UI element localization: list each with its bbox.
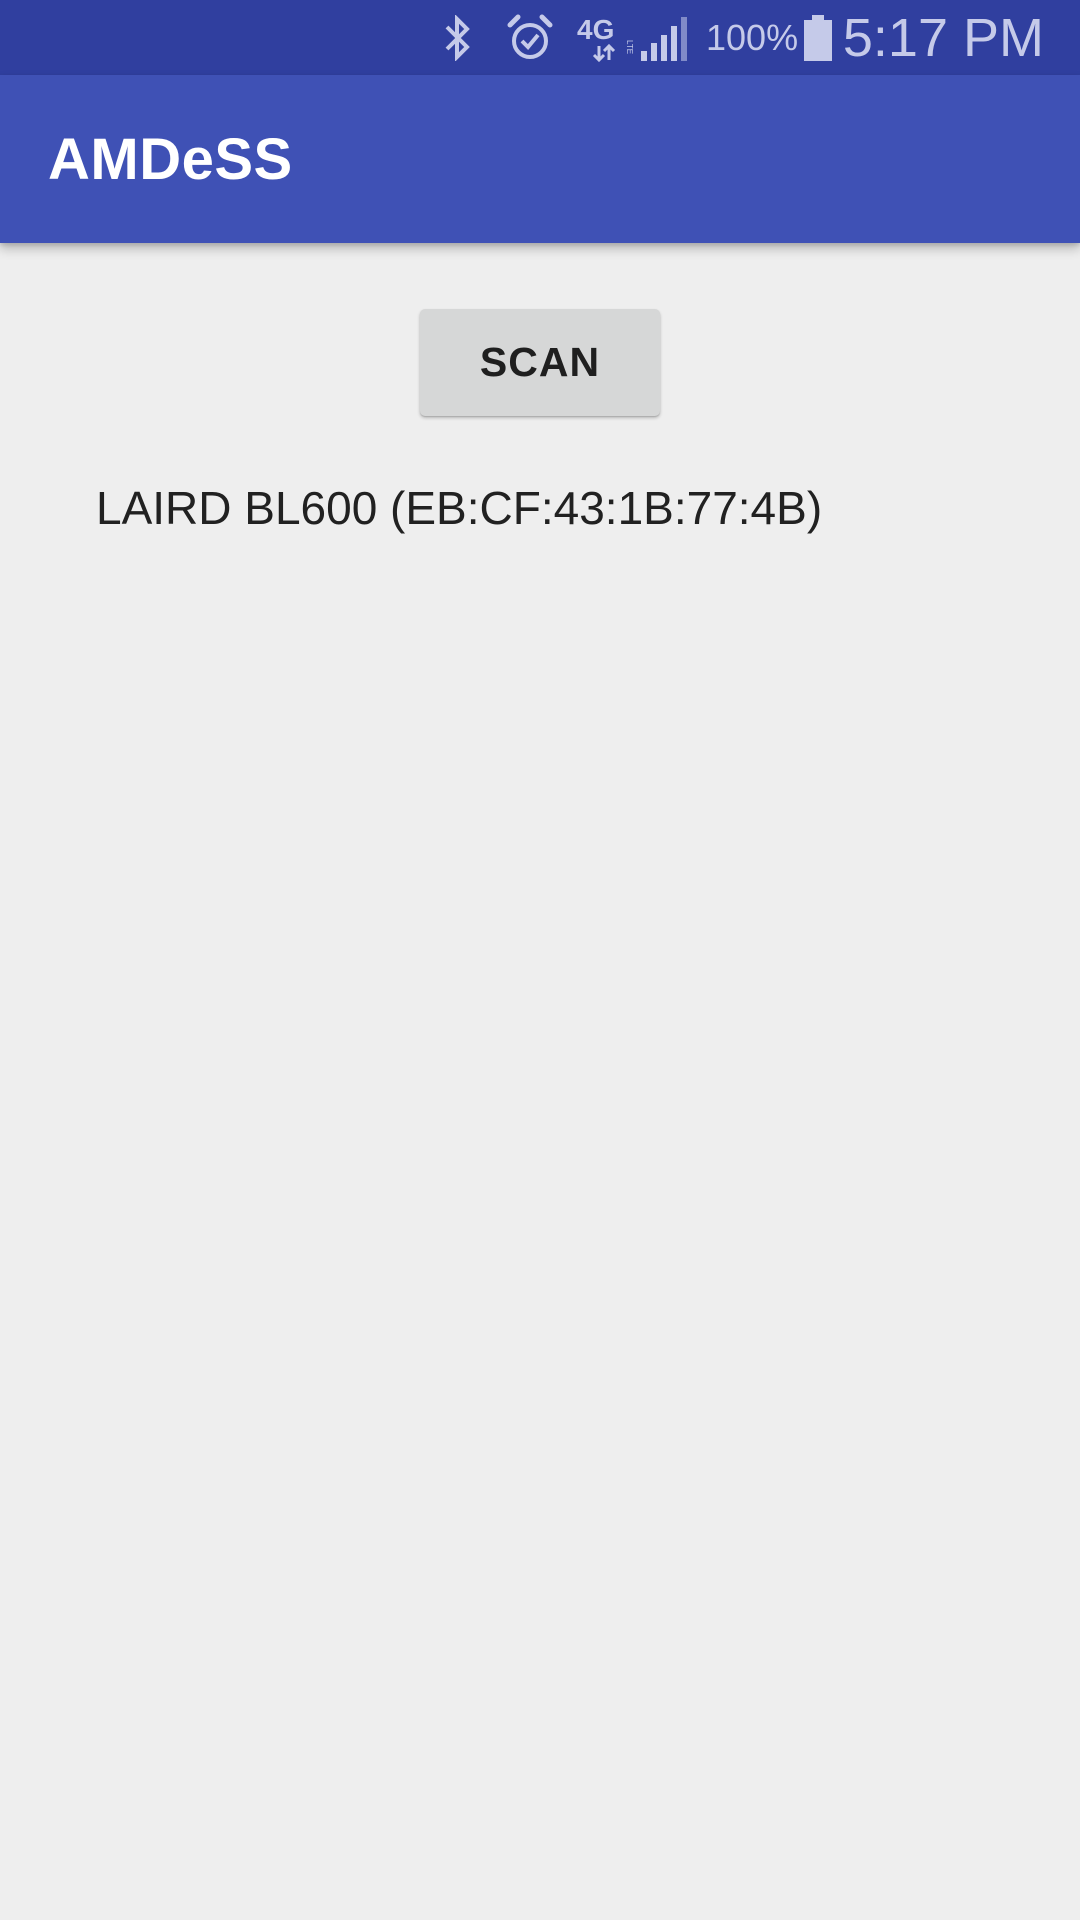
svg-text:LTE: LTE [625, 40, 634, 54]
device-list: LAIRD BL600 (EB:CF:43:1B:77:4B) [0, 460, 1080, 556]
battery-percent: 100% [706, 16, 799, 58]
bluetooth-icon [436, 0, 480, 75]
signal-icon [638, 0, 692, 75]
4g-lte-icon: 4G LTE [574, 0, 636, 75]
alarm-icon [504, 0, 556, 75]
status-time: 5:17 PM [842, 7, 1044, 68]
svg-text:4G: 4G [577, 14, 614, 45]
battery-icon [800, 0, 836, 75]
screen: 4G LTE 100% 5:17 PM AMDeSS SCAN LAIRD BL… [0, 0, 1080, 1920]
status-bar: 4G LTE 100% 5:17 PM [0, 0, 1080, 75]
scan-button[interactable]: SCAN [420, 309, 660, 416]
app-title: AMDeSS [48, 126, 293, 192]
device-list-item[interactable]: LAIRD BL600 (EB:CF:43:1B:77:4B) [0, 460, 1080, 556]
app-bar: AMDeSS [0, 75, 1080, 243]
